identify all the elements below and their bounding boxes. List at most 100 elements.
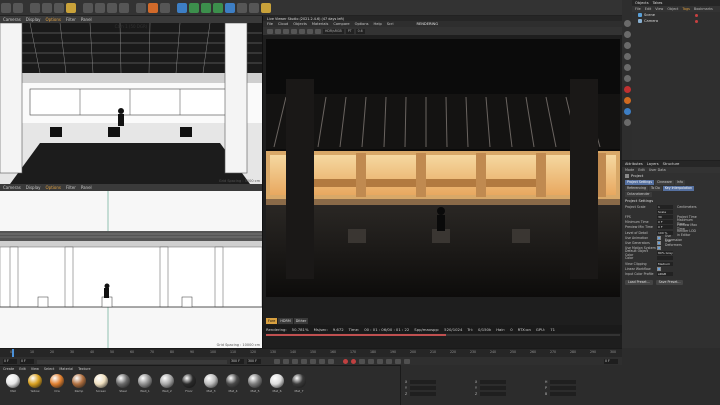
attribute-checkbox[interactable] (657, 246, 661, 251)
attribute-value-field[interactable]: 0 F (657, 225, 673, 230)
lv-menu-options[interactable]: Options (355, 22, 369, 26)
solo-icon[interactable] (623, 97, 631, 104)
pause-icon[interactable] (283, 28, 289, 34)
record-key-icon[interactable] (343, 359, 348, 364)
light-icon[interactable] (261, 2, 271, 13)
tab-dither[interactable]: Dither (293, 318, 309, 324)
spline-pen-icon[interactable] (189, 2, 199, 13)
workplane-icon[interactable] (623, 119, 631, 126)
playhead[interactable] (12, 349, 14, 357)
subdivision-icon[interactable] (201, 2, 211, 13)
previous-key-icon[interactable] (283, 359, 289, 364)
position-key-icon[interactable] (368, 359, 374, 364)
go-to-end-icon[interactable] (328, 359, 334, 364)
snap-icon[interactable] (623, 108, 631, 115)
floor-icon[interactable] (237, 2, 247, 13)
fps-field[interactable]: 0 F (604, 359, 618, 364)
save-preset-button[interactable]: Save Preset... (655, 279, 684, 285)
redo-icon[interactable] (13, 2, 23, 13)
record-icon[interactable] (623, 86, 631, 93)
lv-menu-cloud[interactable]: Cloud (278, 22, 288, 26)
material-swatch[interactable]: Yellow (26, 374, 44, 393)
attribute-value-field[interactable]: 0 F (657, 220, 673, 225)
coordinate-field[interactable] (480, 392, 507, 396)
vp-menu-panel[interactable]: Panel (81, 17, 92, 22)
end-frame-field[interactable]: 300 F (230, 359, 244, 364)
lv-menu-script[interactable]: Scri (387, 22, 394, 26)
picker-icon[interactable] (315, 28, 321, 34)
vp-menu-display[interactable]: Display (26, 17, 41, 22)
obj-menu-file[interactable]: File (635, 7, 641, 11)
subtab-todo[interactable]: To Do (649, 185, 662, 191)
coordinate-field[interactable] (550, 380, 577, 384)
attribute-value-field[interactable]: 1 (657, 204, 673, 209)
tab-objects[interactable]: Objects (635, 1, 649, 5)
undo-icon[interactable] (1, 2, 11, 13)
stop-icon[interactable] (291, 28, 297, 34)
material-swatch[interactable]: Wall_1 (136, 374, 154, 393)
vp-menu-filter[interactable]: Filter (66, 17, 76, 22)
mat-menu-texture[interactable]: Texture (78, 367, 90, 371)
render-picture-viewer-icon[interactable] (148, 2, 158, 13)
move-icon[interactable] (30, 2, 40, 13)
material-swatch[interactable]: Mat_5 (246, 374, 264, 393)
vp-menu-panel[interactable]: Panel (81, 185, 92, 190)
points-mode-icon[interactable] (623, 20, 631, 27)
go-to-start-icon[interactable] (274, 359, 280, 364)
material-swatch[interactable]: Mat (4, 374, 22, 393)
lv-menu-help[interactable]: Help (374, 22, 382, 26)
render-view-icon[interactable] (136, 2, 146, 13)
cloner-icon[interactable] (213, 2, 223, 13)
texture-mode-icon[interactable] (623, 64, 631, 71)
region-icon[interactable] (307, 28, 313, 34)
mat-menu-edit[interactable]: Edit (19, 367, 26, 371)
x-axis-icon[interactable] (83, 2, 93, 13)
material-swatch[interactable]: Mat_3 (202, 374, 220, 393)
start-frame-field[interactable]: 0 F (20, 359, 34, 364)
attribute-value-field[interactable]: sRGB (657, 272, 673, 277)
z-axis-icon[interactable] (107, 2, 117, 13)
attr-menu-edit[interactable]: Edit (638, 168, 645, 172)
material-swatch[interactable]: Mat_7 (290, 374, 308, 393)
material-swatch[interactable]: Ora (48, 374, 66, 393)
edges-mode-icon[interactable] (623, 31, 631, 38)
y-axis-icon[interactable] (95, 2, 105, 13)
next-key-icon[interactable] (319, 359, 325, 364)
visibility-dot-icon[interactable] (695, 13, 698, 17)
mat-menu-view[interactable]: View (31, 367, 39, 371)
coordinate-field[interactable] (549, 386, 576, 390)
attribute-checkbox[interactable] (657, 235, 661, 240)
send-scene-icon[interactable] (267, 28, 273, 34)
vp-menu-options[interactable]: Options (46, 185, 61, 190)
kernel-select[interactable]: PT (345, 28, 354, 34)
vp-menu-options[interactable]: Options (46, 17, 61, 22)
subtab-key-interpolation[interactable]: Key Interpolation (662, 185, 695, 191)
attribute-value-field[interactable]: 30 (657, 214, 673, 219)
material-swatch[interactable]: Steel (114, 374, 132, 393)
parameter-key-icon[interactable] (395, 359, 401, 364)
lv-menu-objects[interactable]: Objects (293, 22, 307, 26)
vp-menu-cameras[interactable]: Cameras (3, 185, 21, 190)
axis-mode-icon[interactable] (623, 75, 631, 82)
max-frame-field[interactable]: 300 F (247, 359, 261, 364)
viewport-camera[interactable]: Cameras Display Options Filter Panel Cam… (0, 16, 262, 184)
range-slider[interactable] (37, 359, 227, 364)
attribute-value-field[interactable]: Scale Project... (657, 209, 673, 218)
material-swatch[interactable]: Mat_4 (224, 374, 242, 393)
visibility-dot-icon[interactable] (695, 19, 698, 23)
obj-menu-view[interactable]: View (655, 7, 663, 11)
tab-layers[interactable]: Layers (647, 162, 659, 166)
obj-menu-edit[interactable]: Edit (645, 7, 652, 11)
coordinate-field[interactable] (410, 380, 437, 384)
attribute-checkbox[interactable] (657, 240, 661, 245)
attr-menu-user-data[interactable]: User Data (649, 168, 666, 172)
current-frame-field[interactable]: 0 F (3, 359, 17, 364)
subtab-octanebender[interactable]: Octanebender (625, 191, 652, 197)
subtab-info[interactable]: Info (674, 179, 685, 185)
material-swatch[interactable]: Ramp (70, 374, 88, 393)
obj-menu-object[interactable]: Object (667, 7, 678, 11)
viewport-front[interactable]: Cameras Display Options Filter Panel Gri… (0, 184, 262, 348)
attribute-checkbox[interactable] (657, 266, 661, 271)
object-row[interactable]: Camera (632, 18, 720, 24)
obj-menu-bookmarks[interactable]: Bookmarks (694, 7, 713, 11)
